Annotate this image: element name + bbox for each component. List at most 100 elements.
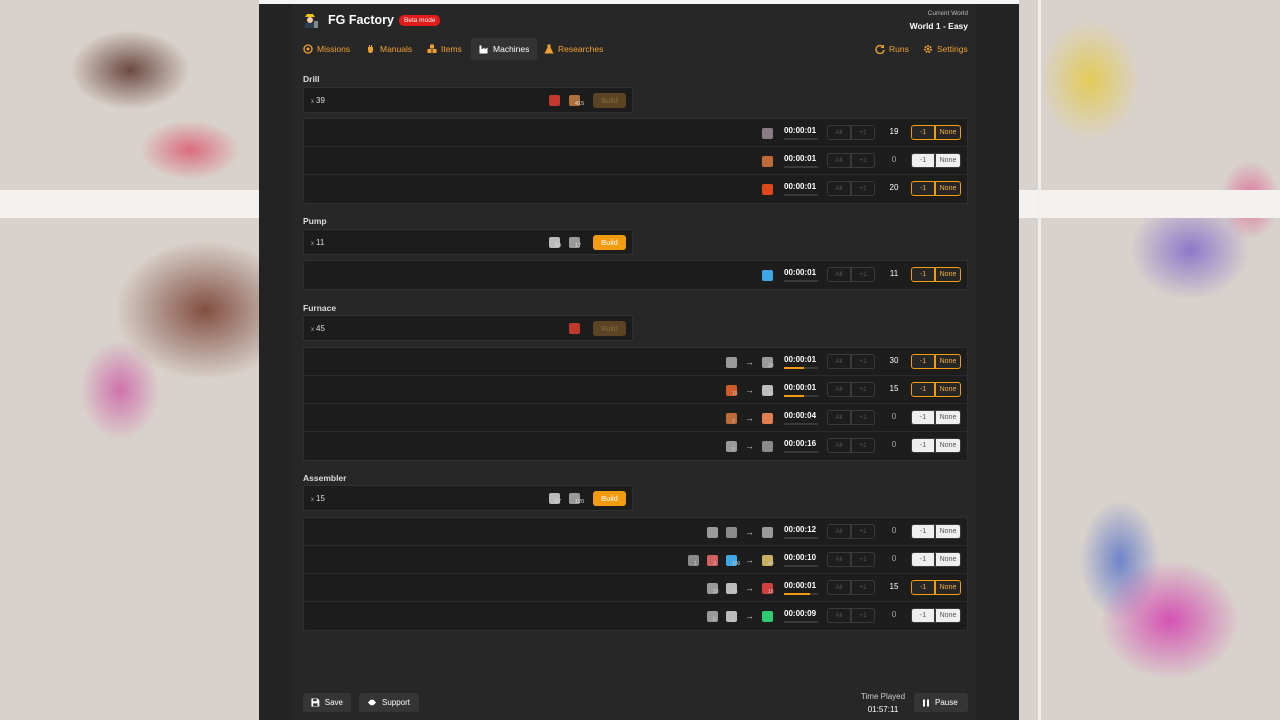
remove-one-button[interactable]: -1 <box>911 267 935 282</box>
app-title: FG Factory <box>328 13 394 27</box>
add-one-button[interactable]: +1 <box>851 410 875 425</box>
build-button[interactable]: Build <box>593 235 626 250</box>
build-button[interactable]: Build <box>593 491 626 506</box>
recipe-list: 00:00:01 All +1 19 -1 None 00:00:01 All +1 0 -1 Non… <box>303 118 968 204</box>
tab-runs[interactable]: Runs <box>875 38 909 60</box>
add-one-button[interactable]: +1 <box>851 580 875 595</box>
recipe-list: 00:00:01 All +1 11 -1 None <box>303 260 968 290</box>
assign-all-button[interactable]: All <box>827 580 851 595</box>
remove-one-button[interactable]: -1 <box>911 181 935 196</box>
assign-all-button[interactable]: All <box>827 438 851 453</box>
remove-all-button[interactable]: None <box>935 267 961 282</box>
remove-one-button[interactable]: -1 <box>911 354 935 369</box>
remove-one-button[interactable]: -1 <box>911 125 935 140</box>
add-one-button[interactable]: +1 <box>851 153 875 168</box>
support-button[interactable]: Support <box>359 693 419 712</box>
recipe-row: 00:00:01 All +1 11 -1 None <box>304 261 967 289</box>
remove-one-button[interactable]: -1 <box>911 552 935 567</box>
assign-all-button[interactable]: All <box>827 267 851 282</box>
remove-one-button[interactable]: -1 <box>911 382 935 397</box>
remove-all-button[interactable]: None <box>935 181 961 196</box>
assign-all-button[interactable]: All <box>827 524 851 539</box>
remove-all-button[interactable]: None <box>935 354 961 369</box>
add-one-button[interactable]: +1 <box>851 608 875 623</box>
machine-count-value: 45 <box>316 324 325 333</box>
tab-researches[interactable]: Researches <box>544 38 603 60</box>
add-one-button[interactable]: +1 <box>851 181 875 196</box>
icon-quantity: 15 <box>732 588 738 595</box>
icon-quantity: 2 <box>732 616 735 623</box>
build-bar: x 11 10 17 Build <box>303 229 633 255</box>
icon-quantity: 100 <box>732 560 741 567</box>
main-nav: Missions Manuals Items Machines Research… <box>303 38 968 60</box>
assign-all-button[interactable]: All <box>827 125 851 140</box>
time-played-label: Time Played <box>860 692 906 701</box>
remove-one-button[interactable]: -1 <box>911 438 935 453</box>
machine-count-value: 39 <box>316 96 325 105</box>
assign-all-button[interactable]: All <box>827 382 851 397</box>
arrow-right-icon: → <box>745 555 754 565</box>
remove-all-button[interactable]: None <box>935 382 961 397</box>
build-button[interactable]: Build <box>593 321 626 336</box>
remove-one-button[interactable]: -1 <box>911 153 935 168</box>
recipe-io: 2 → <box>726 412 773 425</box>
recipe-io <box>762 269 773 281</box>
recipe-io: 6 2 → <box>707 610 773 623</box>
tab-missions[interactable]: Missions <box>303 38 350 60</box>
tab-settings[interactable]: Settings <box>923 38 968 60</box>
assign-all-button[interactable]: All <box>827 153 851 168</box>
recipe-io <box>762 127 773 139</box>
tab-items[interactable]: Items <box>427 38 462 60</box>
add-one-button[interactable]: +1 <box>851 267 875 282</box>
save-label: Save <box>324 698 343 707</box>
icon-quantity: 30 <box>713 588 719 595</box>
assigned-count: 15 <box>889 582 899 591</box>
remove-all-button[interactable]: None <box>935 438 961 453</box>
remove-all-button[interactable]: None <box>935 552 961 567</box>
assign-all-button[interactable]: All <box>827 181 851 196</box>
remove-all-button[interactable]: None <box>935 580 961 595</box>
copper-ore-icon: 2 <box>726 412 737 425</box>
flask-icon <box>544 44 554 54</box>
add-one-button[interactable]: +1 <box>851 382 875 397</box>
recipe-progress-fill <box>784 593 810 595</box>
recipe-row: 00:00:01 All +1 20 -1 None <box>304 175 967 203</box>
recipe-progress-bar <box>784 138 818 140</box>
save-button[interactable]: Save <box>303 693 351 712</box>
remove-one-button[interactable]: -1 <box>911 580 935 595</box>
build-bar: x 45 Build <box>303 315 633 341</box>
remove-all-button[interactable]: None <box>935 524 961 539</box>
assign-all-button[interactable]: All <box>827 552 851 567</box>
pause-icon <box>923 699 929 706</box>
remove-one-button[interactable]: -1 <box>911 524 935 539</box>
assign-all-button[interactable]: All <box>827 608 851 623</box>
remove-all-button[interactable]: None <box>935 608 961 623</box>
remove-one-button[interactable]: -1 <box>911 608 935 623</box>
assigned-count: 0 <box>891 554 897 563</box>
floppy-disk-icon <box>311 698 320 707</box>
recipe-progress-bar <box>784 166 818 168</box>
tab-machines[interactable]: Machines <box>471 38 538 60</box>
tab-items-label: Items <box>441 44 462 54</box>
pause-button[interactable]: Pause <box>914 693 968 712</box>
remove-one-button[interactable]: -1 <box>911 410 935 425</box>
assign-all-button[interactable]: All <box>827 410 851 425</box>
icon-quantity: 6 <box>713 616 716 623</box>
hand-icon <box>368 45 373 53</box>
times-symbol: x <box>311 241 314 247</box>
tab-manuals[interactable]: Manuals <box>366 38 412 60</box>
build-button[interactable]: Build <box>593 93 626 108</box>
header: FG Factory Beta mode Current World World… <box>303 10 968 36</box>
add-one-button[interactable]: +1 <box>851 552 875 567</box>
add-one-button[interactable]: +1 <box>851 354 875 369</box>
remove-all-button[interactable]: None <box>935 153 961 168</box>
add-one-button[interactable]: +1 <box>851 125 875 140</box>
add-one-button[interactable]: +1 <box>851 438 875 453</box>
remove-all-button[interactable]: None <box>935 410 961 425</box>
recipe-progress-bar <box>784 395 818 397</box>
recipe-row: → 00:00:12 All +1 0 -1 None <box>304 518 967 546</box>
remove-all-button[interactable]: None <box>935 125 961 140</box>
assign-all-button[interactable]: All <box>827 354 851 369</box>
add-one-button[interactable]: +1 <box>851 524 875 539</box>
arrow-right-icon: → <box>745 413 754 423</box>
